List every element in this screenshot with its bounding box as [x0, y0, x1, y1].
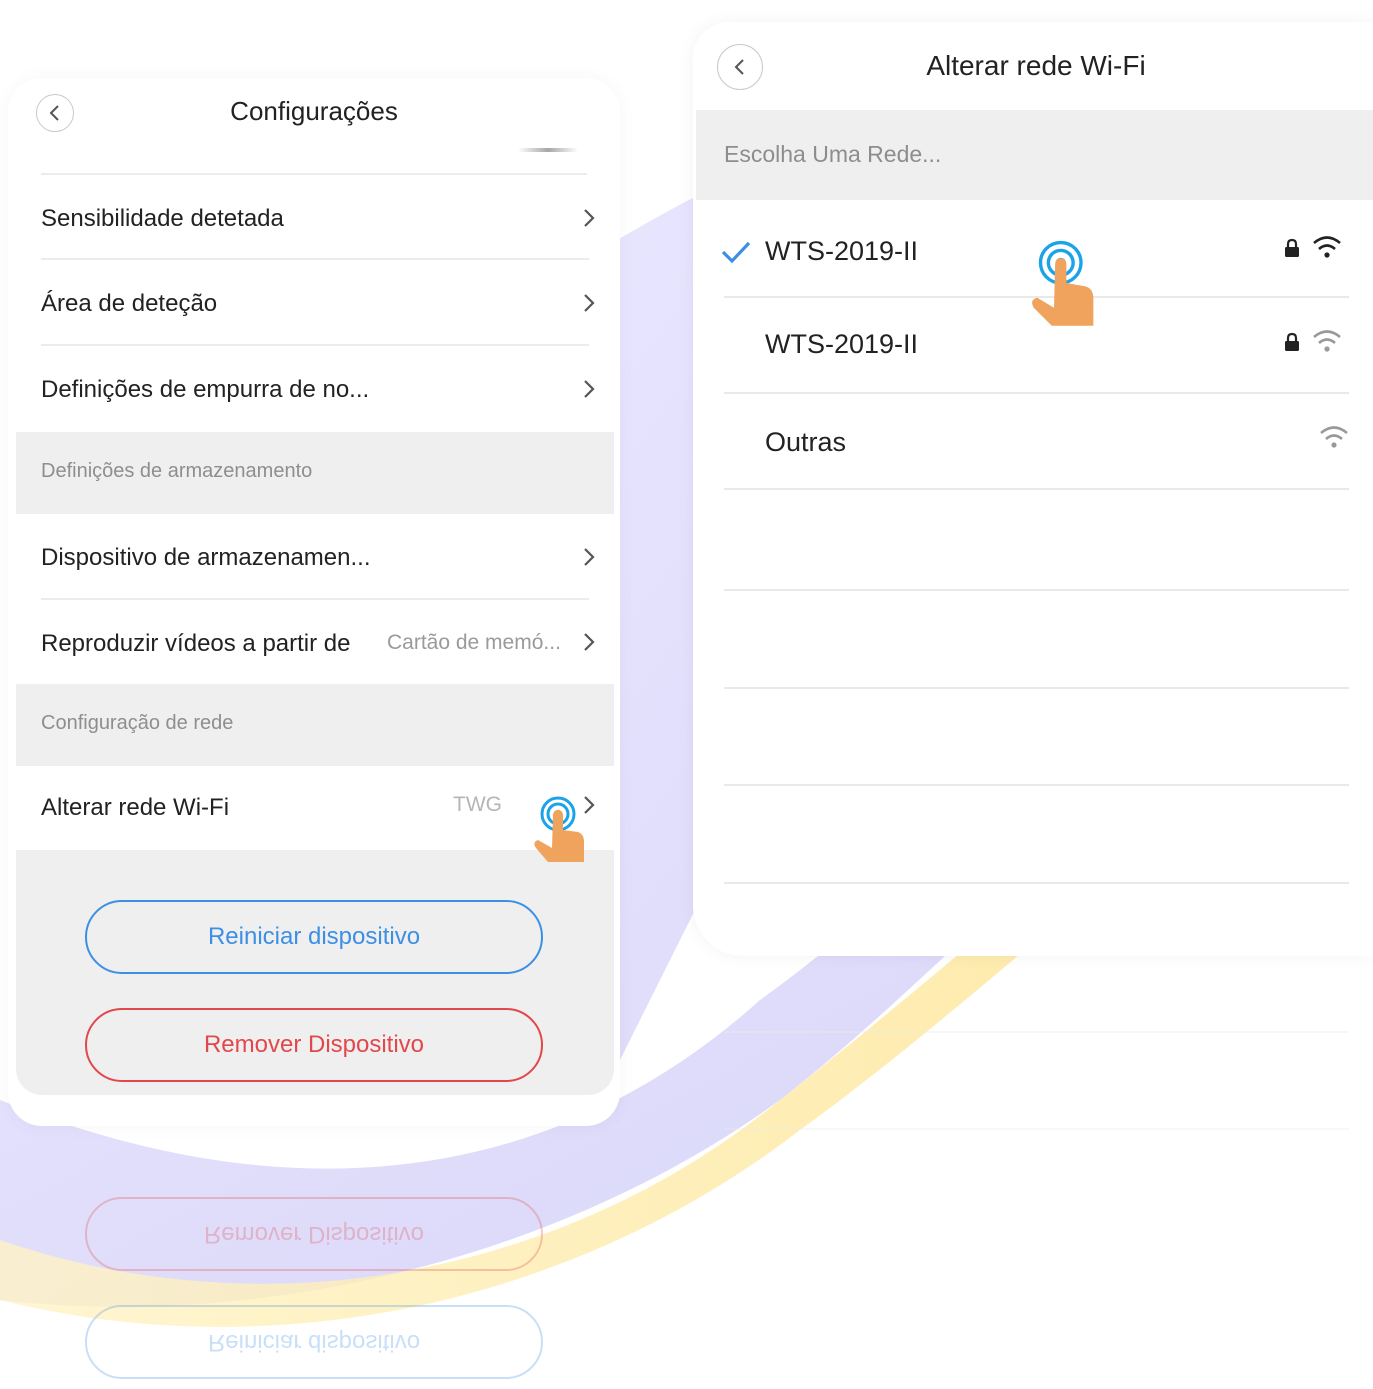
section-header-network: Configuração de rede [16, 684, 614, 766]
empty-row-divider [724, 589, 1349, 591]
divider [724, 488, 1349, 490]
tap-hand-icon [1032, 240, 1094, 326]
section-header-storage: Definições de armazenamento [16, 432, 614, 514]
settings-screen: Configurações Sensibilidade detetada Áre… [8, 78, 620, 1126]
page-title: Alterar rede Wi-Fi [926, 50, 1146, 81]
row-playback-source[interactable]: Reproduzir vídeos a partir de Cartão de … [16, 600, 614, 684]
row-change-wifi[interactable]: Alterar rede Wi-Fi TWG [16, 766, 614, 850]
row-label: Sensibilidade detetada [41, 205, 284, 232]
scroll-hint [518, 148, 578, 152]
wifi-icon [1320, 426, 1348, 448]
row-label: Definições de empurra de no... [41, 376, 370, 403]
network-name: Outras [765, 427, 847, 457]
remove-device-button[interactable]: Remover Dispositivo [85, 1008, 543, 1082]
row-label: Alterar rede Wi-Fi [41, 794, 230, 821]
tap-hand-icon [534, 796, 584, 862]
chevron-right-icon [584, 633, 595, 651]
row-push-notifications[interactable]: Definições de empurra de no... [16, 346, 614, 432]
wifi-screen: Alterar rede Wi-Fi Escolha Uma Rede... W… [693, 22, 1373, 956]
row-detection-area[interactable]: Área de deteção [16, 260, 614, 346]
empty-row-divider [724, 882, 1349, 884]
wifi-header: Alterar rede Wi-Fi [693, 22, 1373, 110]
chevron-right-icon [584, 380, 595, 398]
row-detection-sensitivity[interactable]: Sensibilidade detetada [16, 175, 614, 260]
network-search-bar[interactable]: Escolha Uma Rede... [696, 110, 1373, 200]
row-label: Área de deteção [41, 290, 218, 317]
row-value: TWG [453, 793, 502, 816]
empty-row-divider [724, 784, 1349, 786]
settings-header: Configurações [8, 78, 620, 174]
search-placeholder: Escolha Uma Rede... [724, 141, 942, 167]
wifi-icon [1313, 236, 1341, 258]
row-label: Reproduzir vídeos a partir de [41, 630, 351, 657]
wifi-icon [1313, 330, 1341, 352]
section-label: Definições de armazenamento [41, 460, 313, 482]
row-label: Dispositivo de armazenamen... [41, 544, 371, 571]
lock-icon [1285, 332, 1299, 351]
chevron-right-icon [584, 209, 595, 227]
network-item[interactable]: Outras [724, 394, 1349, 490]
section-label: Configuração de rede [41, 712, 234, 734]
restart-device-button[interactable]: Reiniciar dispositivo [85, 900, 543, 974]
row-value: Cartão de memó... [387, 631, 561, 654]
empty-row-divider [724, 687, 1349, 689]
lock-icon [1285, 238, 1299, 257]
chevron-right-icon [584, 548, 595, 566]
page-title: Configurações [230, 96, 398, 126]
row-storage-device[interactable]: Dispositivo de armazenamen... [16, 514, 614, 600]
network-name: WTS-2019-II [765, 236, 919, 266]
network-name: WTS-2019-II [765, 329, 919, 359]
chevron-right-icon [584, 294, 595, 312]
checkmark-icon [721, 241, 751, 264]
